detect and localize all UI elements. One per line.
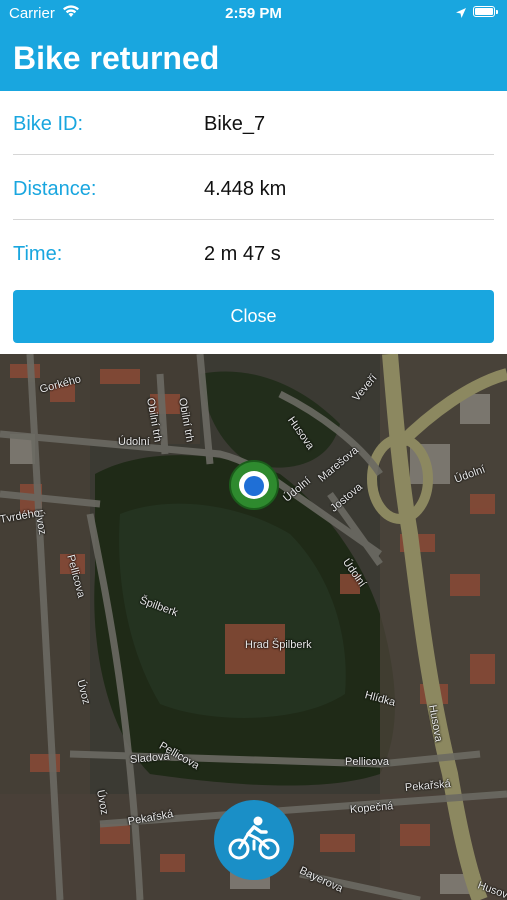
status-bar: Carrier 2:59 PM — [0, 0, 507, 26]
bike-id-value: Bike_7 — [204, 113, 266, 135]
time-label: Time: — [13, 243, 63, 265]
divider — [13, 154, 494, 155]
battery-icon — [473, 6, 498, 17]
bike-location-marker[interactable] — [229, 460, 279, 510]
page-title: Bike returned — [13, 40, 220, 76]
detail-row-distance: Distance: 4.448 km — [13, 156, 494, 220]
bike-id-label: Bike ID: — [13, 113, 84, 135]
time-value: 2 m 47 s — [204, 243, 281, 265]
rent-bike-button[interactable] — [214, 800, 294, 880]
detail-row-time: Time: 2 m 47 s — [13, 221, 494, 285]
street-label: Údolní — [118, 436, 150, 448]
location-arrow-icon — [455, 6, 467, 23]
distance-label: Distance: — [13, 178, 97, 200]
header-bar: Bike returned — [0, 26, 507, 91]
divider — [13, 219, 494, 220]
close-button[interactable]: Close — [13, 290, 494, 343]
marker-dot — [244, 476, 264, 496]
detail-row-bike-id: Bike ID: Bike_7 — [13, 91, 494, 155]
distance-value: 4.448 km — [204, 178, 287, 200]
bicycle-rider-icon — [228, 816, 280, 860]
street-label: Pellicova — [345, 756, 390, 768]
street-label: Hrad Špilberk — [245, 639, 312, 651]
status-time: 2:59 PM — [225, 5, 282, 22]
